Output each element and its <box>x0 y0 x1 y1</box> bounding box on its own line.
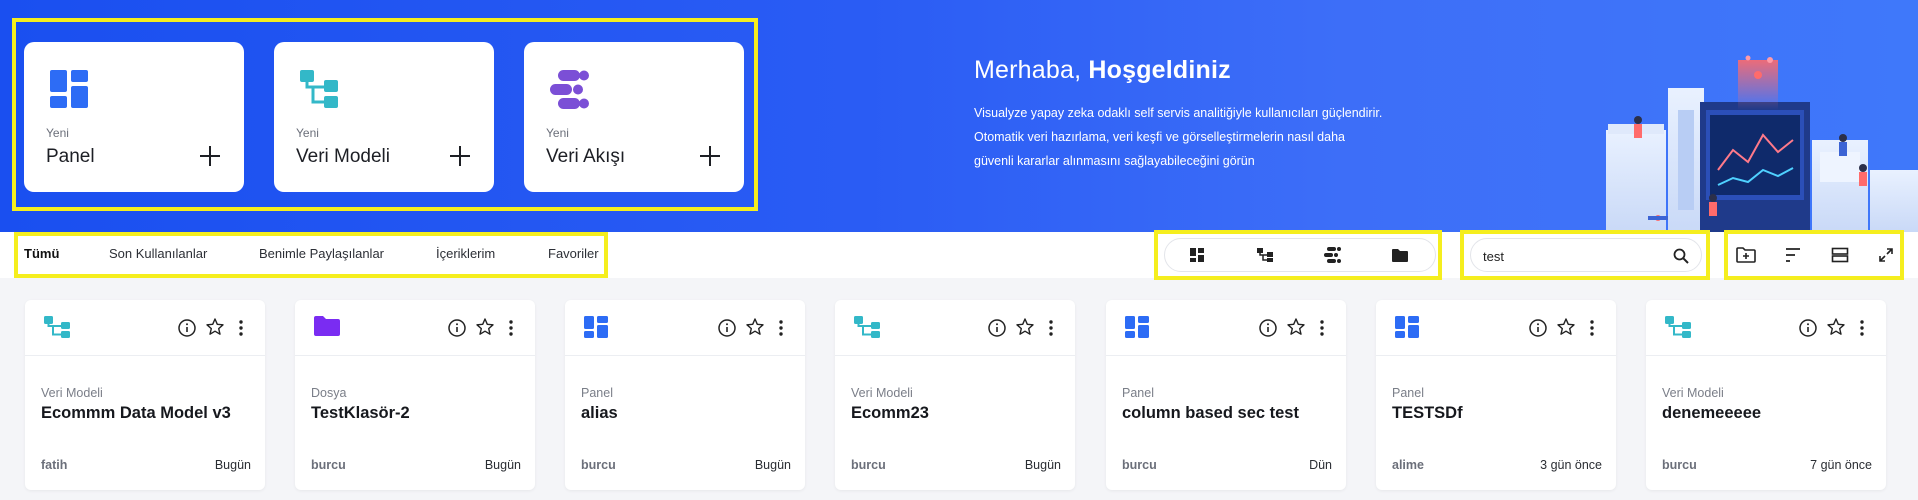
more-vertical-icon[interactable] <box>1041 318 1061 338</box>
content-card[interactable]: Veri Modeli Ecomm23 burcu Bugün <box>835 300 1075 490</box>
card-title[interactable]: alias <box>581 404 618 423</box>
data-model-icon <box>1257 248 1273 262</box>
folder-icon <box>313 315 341 341</box>
filter-folder-button[interactable] <box>1389 244 1411 266</box>
card-type: Veri Modeli <box>851 386 913 400</box>
card-date: Bugün <box>754 458 791 472</box>
filter-data-flow-button[interactable] <box>1322 244 1344 266</box>
star-icon[interactable] <box>1015 317 1035 337</box>
info-icon[interactable] <box>1798 318 1818 338</box>
tab-favorites[interactable]: Favoriler <box>548 246 599 261</box>
welcome-line-2: Otomatik veri hazırlama, veri keşfi ve g… <box>974 130 1345 144</box>
analytics-illustration <box>1606 55 1918 232</box>
filter-data-model-button[interactable] <box>1254 244 1276 266</box>
data-model-icon <box>1664 315 1692 341</box>
more-vertical-icon[interactable] <box>1582 318 1602 338</box>
content-card[interactable]: Panel column based sec test burcu Dün <box>1106 300 1346 490</box>
star-icon[interactable] <box>475 317 495 337</box>
info-icon[interactable] <box>447 318 467 338</box>
card-title[interactable]: Ecomm23 <box>851 404 929 423</box>
card-owner: burcu <box>311 458 346 472</box>
new-folder-button[interactable] <box>1735 244 1757 266</box>
quick-actions-highlight <box>12 18 758 211</box>
card-owner: burcu <box>581 458 616 472</box>
card-type: Panel <box>1122 386 1154 400</box>
tab-all[interactable]: Tümü <box>24 246 59 261</box>
panel-grid-icon <box>1394 315 1422 341</box>
info-icon[interactable] <box>987 318 1007 338</box>
view-toggle-icon <box>1831 247 1849 263</box>
card-owner: fatih <box>41 458 68 472</box>
panel-grid-icon <box>1190 248 1204 262</box>
expand-icon <box>1879 248 1893 262</box>
card-owner: burcu <box>851 458 886 472</box>
content-card[interactable]: Dosya TestKlasör-2 burcu Bugün <box>295 300 535 490</box>
data-flow-icon <box>1324 247 1341 263</box>
card-date: Bugün <box>1024 458 1061 472</box>
welcome-name: Hoşgeldiniz <box>1088 56 1231 84</box>
welcome-line-3: güvenli kararlar alınmasını sağlayabilec… <box>974 154 1255 168</box>
card-date: Bugün <box>484 458 521 472</box>
card-date: Bugün <box>214 458 251 472</box>
content-card[interactable]: Panel alias burcu Bugün <box>565 300 805 490</box>
data-model-icon <box>43 315 71 341</box>
card-date: Dün <box>1309 458 1332 472</box>
more-vertical-icon[interactable] <box>501 318 521 338</box>
info-icon[interactable] <box>177 318 197 338</box>
folder-icon <box>1392 248 1408 262</box>
search-field <box>1470 238 1702 272</box>
search-input[interactable] <box>1483 246 1663 266</box>
info-icon[interactable] <box>1528 318 1548 338</box>
tab-shared-with-me[interactable]: Benimle Paylaşılanlar <box>259 246 384 261</box>
filter-panel-button[interactable] <box>1186 244 1208 266</box>
card-title[interactable]: denemeeeee <box>1662 404 1761 423</box>
star-icon[interactable] <box>1286 317 1306 337</box>
card-date: 3 gün önce <box>1540 458 1602 472</box>
card-owner: burcu <box>1662 458 1697 472</box>
content-card[interactable]: Veri Modeli denemeeeee burcu 7 gün önce <box>1646 300 1886 490</box>
more-vertical-icon[interactable] <box>1852 318 1872 338</box>
card-type: Panel <box>581 386 613 400</box>
panel-grid-icon <box>1124 315 1152 341</box>
view-toggle-button[interactable] <box>1829 244 1851 266</box>
new-folder-icon <box>1736 247 1756 263</box>
welcome-section: Merhaba, Hoşgeldiniz Visualyze yapay zek… <box>974 56 1434 173</box>
star-icon[interactable] <box>1826 317 1846 337</box>
card-type: Veri Modeli <box>1662 386 1724 400</box>
panel-grid-icon <box>583 315 611 341</box>
sort-icon <box>1786 248 1800 262</box>
welcome-description: Visualyze yapay zeka odaklı self servis … <box>974 101 1434 173</box>
card-type: Panel <box>1392 386 1424 400</box>
info-icon[interactable] <box>1258 318 1278 338</box>
card-title[interactable]: TestKlasör-2 <box>311 404 410 423</box>
card-date: 7 gün önce <box>1810 458 1872 472</box>
data-model-icon <box>853 315 881 341</box>
sort-button[interactable] <box>1782 244 1804 266</box>
content-card[interactable]: Veri Modeli Ecommm Data Model v3 fatih Bugü… <box>25 300 265 490</box>
card-owner: alime <box>1392 458 1424 472</box>
card-owner: burcu <box>1122 458 1157 472</box>
welcome-line-1: Visualyze yapay zeka odaklı self servis … <box>974 106 1383 120</box>
content-card[interactable]: Panel TESTSDf alime 3 gün önce <box>1376 300 1616 490</box>
expand-button[interactable] <box>1875 244 1897 266</box>
card-title[interactable]: column based sec test <box>1122 404 1299 423</box>
greeting: Merhaba, <box>974 56 1082 84</box>
tab-recent[interactable]: Son Kullanılanlar <box>109 246 207 261</box>
card-title[interactable]: Ecommm Data Model v3 <box>41 404 231 423</box>
star-icon[interactable] <box>205 317 225 337</box>
card-type: Dosya <box>311 386 347 400</box>
card-title[interactable]: TESTSDf <box>1392 404 1463 423</box>
welcome-heading: Merhaba, Hoşgeldiniz <box>974 56 1434 85</box>
search-icon[interactable] <box>1673 248 1689 264</box>
more-vertical-icon[interactable] <box>771 318 791 338</box>
more-vertical-icon[interactable] <box>231 318 251 338</box>
tab-my-contents[interactable]: İçeriklerim <box>436 246 495 261</box>
star-icon[interactable] <box>1556 317 1576 337</box>
info-icon[interactable] <box>717 318 737 338</box>
more-vertical-icon[interactable] <box>1312 318 1332 338</box>
card-type: Veri Modeli <box>41 386 103 400</box>
star-icon[interactable] <box>745 317 765 337</box>
